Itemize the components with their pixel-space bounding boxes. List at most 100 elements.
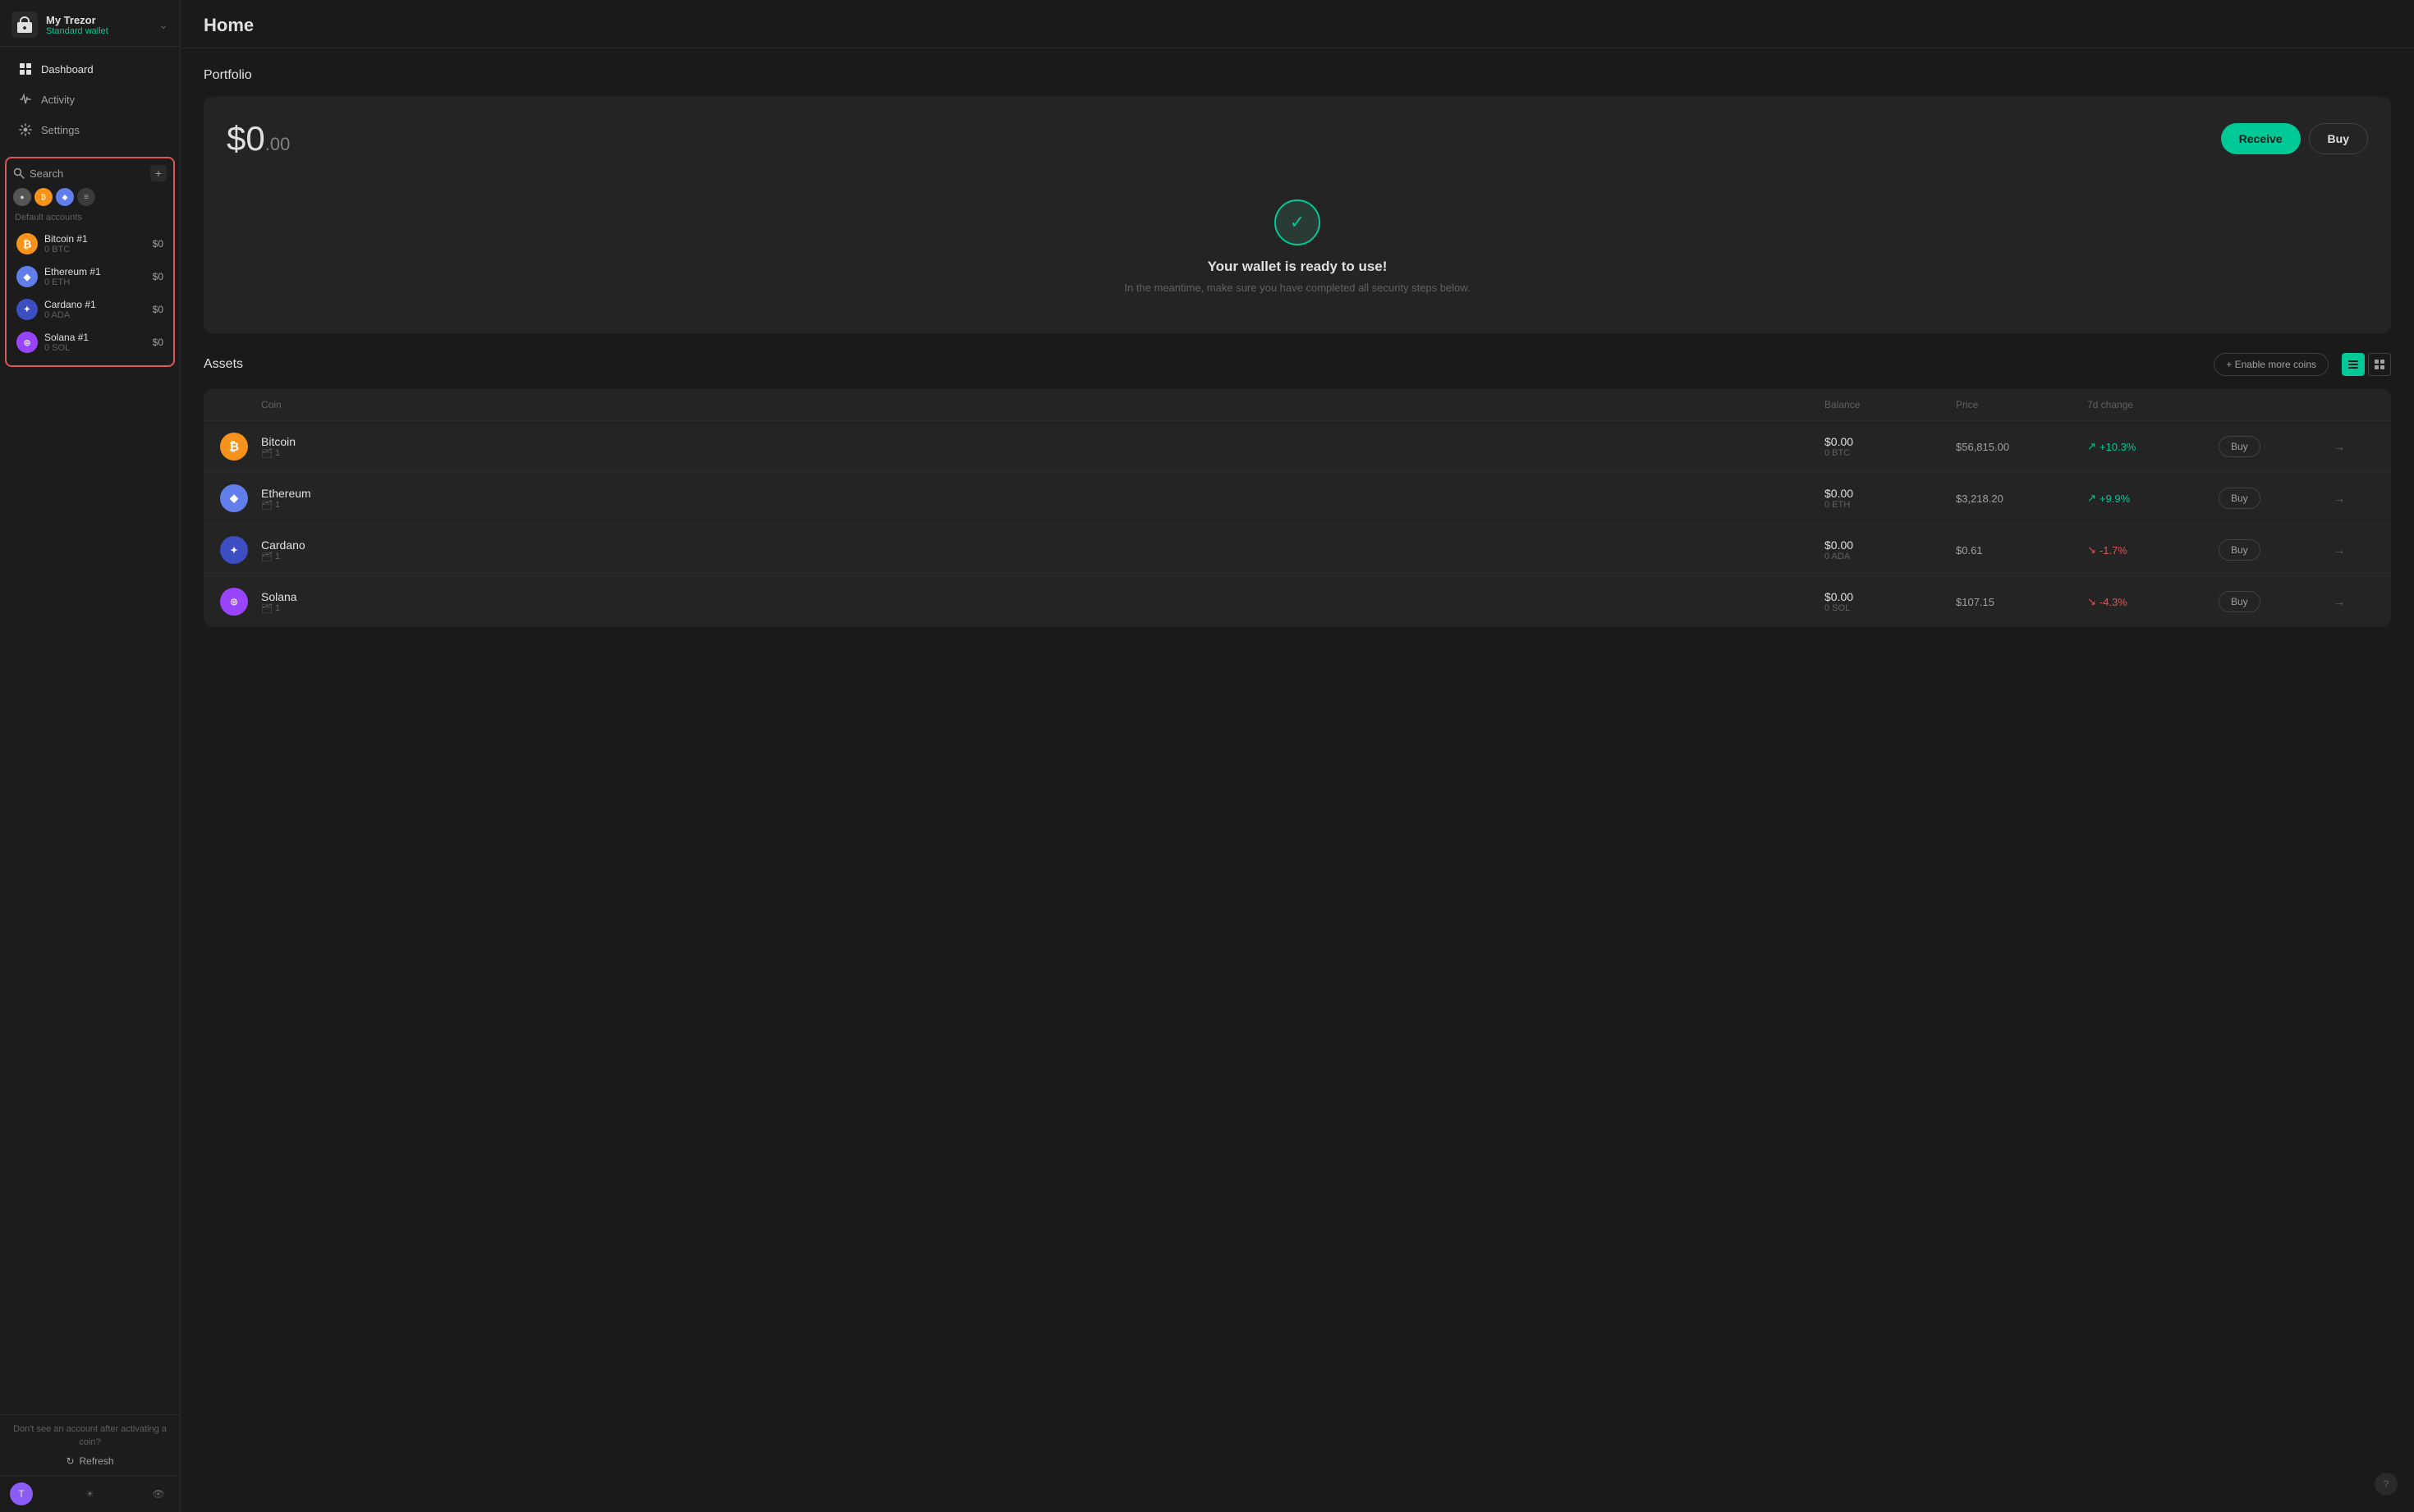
asset-row-sol[interactable]: ◎ Solana 🗂 1 $0.00 0 SOL $107.15 ↘ -4.3% — [204, 576, 2391, 627]
main-inner: Portfolio $0.00 Receive Buy ✓ Your walle… — [181, 48, 2414, 647]
ada-account-info: Cardano #1 0 ADA — [44, 299, 146, 320]
receive-button[interactable]: Receive — [2221, 123, 2301, 154]
buy-button[interactable]: Buy — [2309, 123, 2368, 154]
btc-coin-name: Bitcoin — [261, 435, 1824, 448]
hint-icon-button[interactable]: ? — [2375, 1473, 2398, 1496]
activity-icon — [18, 92, 33, 107]
eth-buy-button[interactable]: Buy — [2219, 488, 2260, 509]
filter-list-icon[interactable]: ≡ — [77, 188, 95, 206]
btc-row-icon-cell: ₿ — [220, 433, 261, 460]
account-item-eth[interactable]: ◆ Ethereum #1 0 ETH $0 — [13, 260, 167, 293]
sidebar-item-dashboard[interactable]: Dashboard — [5, 54, 175, 84]
eth-large-icon: ◆ — [220, 484, 248, 512]
filter-eth-icon[interactable]: ◆ — [56, 188, 74, 206]
ada-buy-cell: Buy — [2219, 539, 2334, 561]
sol-account-info: Solana #1 0 SOL — [44, 332, 146, 353]
account-item-ada[interactable]: ✦ Cardano #1 0 ADA $0 — [13, 293, 167, 326]
btc-arrow-button[interactable]: → — [2334, 440, 2375, 453]
page-header: Home — [181, 0, 2414, 48]
ada-balance-small: 0 ADA — [44, 310, 146, 320]
wallet-ready-title: Your wallet is ready to use! — [1208, 259, 1388, 275]
eth-balance-cell: $0.00 0 ETH — [1824, 487, 1956, 510]
ada-row-icon-cell: ✦ — [220, 536, 261, 564]
eth-change-arrow-icon: ↗ — [2087, 492, 2096, 505]
col-actions — [2219, 399, 2334, 410]
eye-icon-button[interactable]: 👁 — [147, 1482, 170, 1505]
portfolio-amount: $0.00 — [227, 119, 290, 158]
eth-buy-cell: Buy — [2219, 488, 2334, 509]
brightness-icon-button[interactable]: ☀ — [79, 1482, 102, 1505]
ada-folder-icon: 🗂 — [261, 552, 273, 562]
filter-btc-icon[interactable]: ₿ — [34, 188, 53, 206]
wallet-dropdown-icon[interactable]: ⌄ — [158, 18, 168, 32]
eth-balance-crypto: 0 ETH — [1824, 500, 1956, 510]
sidebar-item-activity[interactable]: Activity — [5, 85, 175, 114]
dashboard-label: Dashboard — [41, 63, 94, 76]
btc-large-icon: ₿ — [220, 433, 248, 460]
folder-icon: 🗂 — [261, 448, 273, 459]
ada-large-icon: ✦ — [220, 536, 248, 564]
ada-usd: $0 — [153, 304, 163, 315]
sidebar-nav: Dashboard Activity Settings — [0, 47, 180, 152]
btc-account-info: Bitcoin #1 0 BTC — [44, 233, 146, 254]
view-toggle — [2342, 353, 2391, 376]
portfolio-top: $0.00 Receive Buy — [227, 119, 2368, 158]
wallet-ready-section: ✓ Your wallet is ready to use! In the me… — [227, 175, 2368, 310]
sol-buy-button[interactable]: Buy — [2219, 591, 2260, 612]
eth-name-cell: Ethereum 🗂 1 — [261, 487, 1824, 511]
eth-change-value: +9.9% — [2100, 493, 2130, 505]
btc-buy-button[interactable]: Buy — [2219, 436, 2260, 457]
asset-row-ada[interactable]: ✦ Cardano 🗂 1 $0.00 0 ADA $0.61 ↘ -1.7% — [204, 525, 2391, 576]
sol-balance-cell: $0.00 0 SOL — [1824, 590, 1956, 613]
sol-change-arrow-icon: ↘ — [2087, 595, 2096, 608]
sol-balance-small: 0 SOL — [44, 343, 146, 353]
sol-balance-usd: $0.00 — [1824, 590, 1956, 603]
sidebar-footer: Don't see an account after activating a … — [0, 1414, 180, 1475]
btc-usd: $0 — [153, 238, 163, 250]
search-section: Search + ● ₿ ◆ ≡ Default accounts ₿ Bitc… — [5, 157, 175, 367]
wallet-name: My Trezor — [46, 14, 150, 26]
assets-table: Coin Balance Price 7d change ₿ Bitcoin 🗂… — [204, 389, 2391, 627]
sidebar-bottom-bar: T ☀ 👁 — [0, 1475, 180, 1512]
search-label: Search — [30, 167, 63, 180]
settings-icon — [18, 122, 33, 137]
eth-coin-icon: ◆ — [16, 266, 38, 287]
sol-coin-name: Solana — [261, 590, 1824, 603]
asset-row-eth[interactable]: ◆ Ethereum 🗂 1 $0.00 0 ETH $3,218.20 ↗ +… — [204, 473, 2391, 525]
filter-icons: ● ₿ ◆ ≡ — [13, 188, 167, 206]
account-item-btc[interactable]: ₿ Bitcoin #1 0 BTC $0 — [13, 227, 167, 260]
portfolio-card: $0.00 Receive Buy ✓ Your wallet is ready… — [204, 96, 2391, 333]
eth-arrow-button[interactable]: → — [2334, 492, 2375, 505]
page-title: Home — [204, 15, 2391, 36]
eth-balance-small: 0 ETH — [44, 277, 146, 287]
sidebar-item-settings[interactable]: Settings — [5, 115, 175, 144]
ada-arrow-button[interactable]: → — [2334, 543, 2375, 557]
activity-label: Activity — [41, 94, 75, 106]
assets-header: Assets + Enable more coins — [204, 353, 2391, 376]
wallet-ready-check-icon: ✓ — [1274, 199, 1320, 245]
filter-all-icon[interactable]: ● — [13, 188, 31, 206]
sidebar-header: My Trezor Standard wallet ⌄ — [0, 0, 180, 47]
btc-change: ↗ +10.3% — [2087, 440, 2219, 453]
asset-row-btc[interactable]: ₿ Bitcoin 🗂 1 $0.00 0 BTC $56,815.00 ↗ +… — [204, 421, 2391, 473]
sol-change-value: -4.3% — [2100, 596, 2127, 608]
btc-balance-cell: $0.00 0 BTC — [1824, 435, 1956, 458]
wallet-info: My Trezor Standard wallet — [46, 14, 150, 36]
portfolio-section-label: Portfolio — [204, 68, 2391, 83]
enable-more-coins-button[interactable]: + Enable more coins — [2214, 353, 2329, 376]
refresh-button[interactable]: ↻ Refresh — [8, 1455, 172, 1467]
ada-accounts-count: 🗂 1 — [261, 552, 1824, 562]
sol-accounts-count: 🗂 1 — [261, 603, 1824, 614]
ada-change: ↘ -1.7% — [2087, 543, 2219, 557]
trezor-icon-button[interactable]: T — [10, 1482, 33, 1505]
account-item-sol[interactable]: ◎ Solana #1 0 SOL $0 — [13, 326, 167, 359]
list-view-button[interactable] — [2342, 353, 2365, 376]
sol-buy-cell: Buy — [2219, 591, 2334, 612]
wallet-type: Standard wallet — [46, 26, 150, 36]
wallet-ready-subtitle: In the meantime, make sure you have comp… — [1124, 282, 1470, 294]
ada-buy-button[interactable]: Buy — [2219, 539, 2260, 561]
col-balance: Balance — [1824, 399, 1956, 410]
grid-view-button[interactable] — [2368, 353, 2391, 376]
add-account-button[interactable]: + — [150, 165, 167, 181]
sol-arrow-button[interactable]: → — [2334, 595, 2375, 608]
